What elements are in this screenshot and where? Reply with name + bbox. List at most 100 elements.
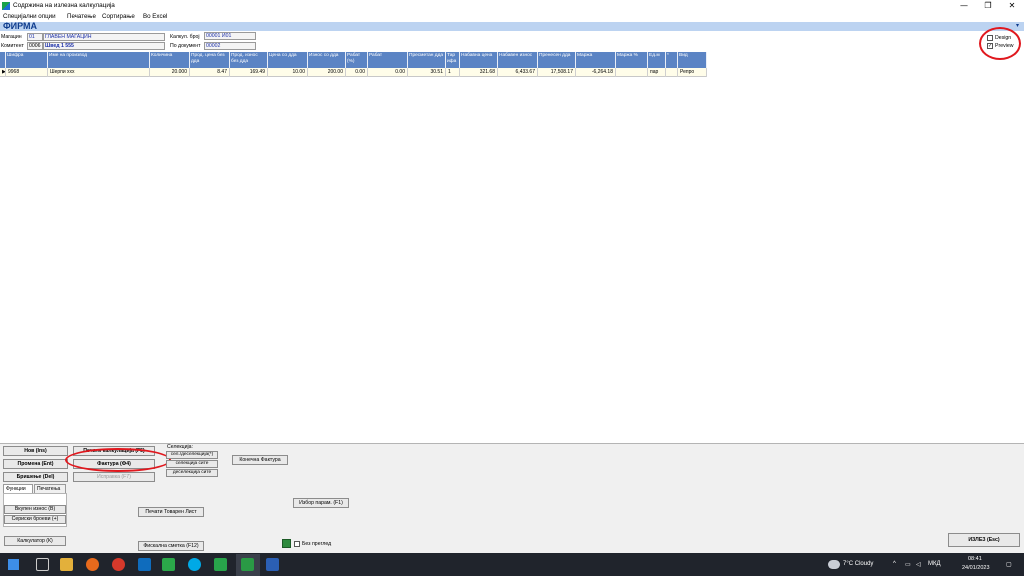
table-cell[interactable]: 200.00 — [308, 68, 346, 77]
table-cell[interactable]: 20.000 — [150, 68, 190, 77]
deselect-all-button[interactable]: деселекција сите — [166, 469, 218, 477]
header-band — [0, 22, 1024, 31]
table-cell[interactable]: 169.49 — [230, 68, 268, 77]
grid-header-cell[interactable]: Ед.м — [648, 52, 666, 68]
grid-header-cell[interactable]: Пресметан дда — [408, 52, 446, 68]
grid-header-cell[interactable]: Износ со дда — [308, 52, 346, 68]
no-preview-checkbox[interactable] — [294, 541, 300, 547]
minimize-button[interactable]: — — [952, 0, 976, 12]
grid-header-cell[interactable]: Рабат — [368, 52, 408, 68]
menu-sorting[interactable]: Сортирање — [102, 13, 135, 20]
table-cell[interactable]: 9968 — [6, 68, 48, 77]
weather-text[interactable]: 7°C Cloudy — [843, 561, 873, 567]
file-explorer-icon[interactable] — [60, 558, 73, 571]
close-button[interactable]: ✕ — [1000, 0, 1024, 12]
serial-numbers-button[interactable]: Сериски броеви (+) — [4, 515, 66, 524]
exit-button[interactable]: ИЗЛЕЗ (Esc) — [948, 533, 1020, 547]
by-document-field[interactable]: 00002 — [204, 42, 256, 50]
grid-header-cell[interactable]: Набавен износ — [498, 52, 538, 68]
client-name-field[interactable]: Швед 1 555 — [43, 42, 165, 50]
grid-header-cell[interactable]: Маржа % — [616, 52, 648, 68]
warehouse-name-field[interactable]: ГЛАВЕН МАГАЦИН — [43, 33, 165, 41]
calc-app-icon[interactable] — [241, 558, 254, 571]
menu-special-options[interactable]: Специјални опции — [3, 13, 56, 20]
menu-printing[interactable]: Печатење — [67, 13, 96, 20]
table-cell[interactable]: Шерпи ххх — [48, 68, 150, 77]
highlight-ellipse-invoice — [65, 448, 171, 472]
grid-header-cell[interactable]: Пренесен дда — [538, 52, 576, 68]
print-waybill-button[interactable]: Печати Товарен Лист — [138, 507, 204, 517]
task-view-icon[interactable] — [36, 558, 49, 571]
word-icon[interactable] — [266, 558, 279, 571]
by-document-label: По документ — [170, 43, 201, 49]
table-cell[interactable]: 0.00 — [346, 68, 368, 77]
grid-header-cell[interactable]: * — [666, 52, 678, 68]
tab-prints[interactable]: Печатења — [34, 484, 66, 493]
grid-header-cell[interactable]: Цена со дда — [268, 52, 308, 68]
network-icon[interactable]: ▭ — [905, 561, 911, 568]
table-cell[interactable]: 321.68 — [460, 68, 498, 77]
client-code-field[interactable]: 0006 — [27, 42, 43, 50]
calculator-button[interactable]: Калкулатор (К) — [4, 536, 66, 546]
clock-time[interactable]: 08:41 — [968, 556, 982, 562]
grid-header-cell[interactable]: Прод. цена без дда — [190, 52, 230, 68]
grid-header-cell[interactable]: Тар ифа — [446, 52, 460, 68]
warehouse-code-field[interactable]: 01 — [27, 33, 43, 41]
table-cell[interactable] — [666, 68, 678, 77]
clock-date[interactable]: 24/01/2023 — [962, 565, 990, 571]
grid-header-cell[interactable]: Маржа — [576, 52, 616, 68]
table-cell[interactable]: Репро — [678, 68, 707, 77]
chevron-down-icon[interactable]: ▾ — [1016, 22, 1019, 29]
app-icon-taskbar[interactable] — [214, 558, 227, 571]
table-cell[interactable]: -6,264.18 — [576, 68, 616, 77]
delete-button[interactable]: Бришење (Del) — [3, 472, 68, 482]
table-cell[interactable]: 10.00 — [268, 68, 308, 77]
grid-header-cell[interactable]: Количина — [150, 52, 190, 68]
chrome-icon[interactable] — [112, 558, 125, 571]
change-button[interactable]: Промена (Ent) — [3, 459, 68, 469]
fiscal-bill-button[interactable]: Фискална сметка (F12) — [138, 541, 204, 551]
select-deselect-button[interactable]: сел./деселекција(*) — [166, 451, 218, 459]
skype-icon[interactable] — [188, 558, 201, 571]
table-cell[interactable]: 1 — [446, 68, 460, 77]
windows-start-icon[interactable] — [8, 559, 19, 570]
menu-excel[interactable]: Во Excel — [143, 13, 167, 20]
tray-chevron-icon[interactable]: ^ — [893, 561, 896, 567]
grid-header-cell[interactable]: Набавна цена — [460, 52, 498, 68]
new-button[interactable]: Нов (Ins) — [3, 446, 68, 456]
grid-header-cell[interactable]: Прод. износ без дда — [230, 52, 268, 68]
correction-button[interactable]: Исправка (F7) — [73, 472, 155, 482]
notification-icon[interactable]: ▢ — [1006, 561, 1012, 568]
select-all-button[interactable]: селекција сите — [166, 460, 218, 468]
calc-number-label: Калкул. број — [170, 34, 200, 40]
language-indicator[interactable]: МКД — [928, 561, 941, 567]
excel-icon[interactable] — [282, 539, 291, 548]
warehouse-label: Магацин — [1, 34, 22, 40]
cloud-icon — [828, 560, 840, 569]
total-amount-button[interactable]: Вкупен износ (В) — [4, 505, 66, 514]
client-label: Комитент — [1, 43, 24, 49]
table-cell[interactable]: пар — [648, 68, 666, 77]
grid-header-cell[interactable]: Шифра — [6, 52, 48, 68]
table-cell[interactable]: 17,508.17 — [538, 68, 576, 77]
table-cell[interactable]: 0.00 — [368, 68, 408, 77]
table-cell[interactable]: 8.47 — [190, 68, 230, 77]
selection-label: Селекција: — [167, 444, 193, 450]
calc-number-field[interactable]: 00001 И01 — [204, 32, 256, 40]
firefox-icon[interactable] — [86, 558, 99, 571]
table-cell[interactable]: 30.51 — [408, 68, 446, 77]
outlook-icon[interactable] — [138, 558, 151, 571]
grid-header-cell[interactable]: Рабат (%) — [346, 52, 368, 68]
volume-icon[interactable]: ◁ — [916, 561, 921, 568]
tab-functions[interactable]: Функции — [3, 484, 33, 493]
app-green-icon[interactable] — [162, 558, 175, 571]
final-invoice-button[interactable]: Конечна Фактура — [232, 455, 288, 465]
choose-params-button[interactable]: Избор парам. (F1) — [293, 498, 349, 508]
title-bar — [0, 0, 1024, 12]
grid-header-cell[interactable]: Вид — [678, 52, 707, 68]
restore-button[interactable]: ❐ — [976, 0, 1000, 12]
grid-header-cell[interactable]: Име на производ — [48, 52, 150, 68]
highlight-ellipse-design-preview — [979, 27, 1021, 60]
table-cell[interactable] — [616, 68, 648, 77]
table-cell[interactable]: 6,433.67 — [498, 68, 538, 77]
